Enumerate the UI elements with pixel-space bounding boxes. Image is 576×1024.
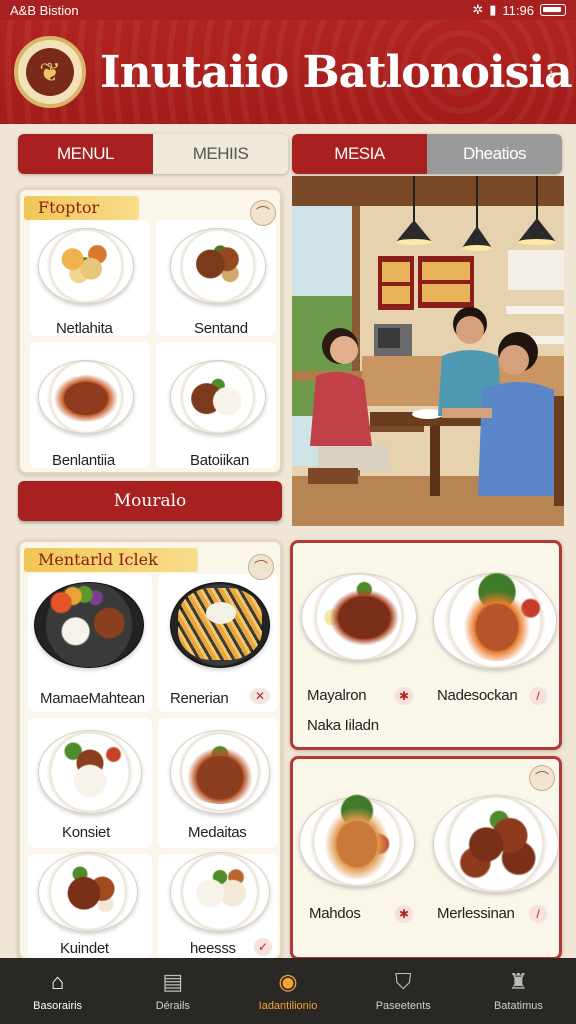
battery-icon	[540, 4, 566, 16]
menu-item-label: heesss	[190, 940, 236, 957]
chef-icon: ♜	[508, 969, 529, 994]
shield-icon: ⛉	[394, 969, 412, 994]
food-braised-meat	[443, 795, 551, 885]
food-rice-beef	[48, 738, 132, 804]
nav-label: Basorairis	[33, 1000, 83, 1012]
menu-item-label: MamaeMahtean	[40, 690, 145, 707]
nav-item-home[interactable]: ⌂ Basorairis	[0, 958, 115, 1024]
nav-label: Iadantilionio	[258, 1000, 318, 1012]
chef-hat-icon[interactable]: ⌒	[250, 200, 276, 226]
menu-item-label: Mayalron	[307, 687, 367, 704]
tab-mesia[interactable]: MESIA	[292, 134, 427, 174]
nav-label: Dérails	[155, 1000, 190, 1012]
spice-icon[interactable]: ✱	[395, 905, 413, 923]
food-stew-meat	[48, 858, 128, 922]
food-stew	[184, 240, 250, 288]
menu-item-label: Sentand	[194, 320, 248, 337]
status-bar: A&B Bistion ✲ ▮ 11:96	[0, 0, 576, 20]
nav-label: Batatimus	[493, 1000, 543, 1012]
food-curry	[48, 370, 124, 422]
app-header: ❦ Inutaiio Batlonoisia ⁝	[0, 20, 576, 124]
status-time: 11:96	[502, 2, 534, 18]
food-grilled-meat	[317, 579, 403, 649]
tab-bar-right: MESIA Dheatios	[292, 134, 562, 174]
home-icon: ⌂	[50, 969, 65, 994]
food-fries	[178, 588, 262, 660]
wifi-icon: ✲	[472, 2, 484, 17]
nav-item-presents[interactable]: ⛉ Paseetents	[346, 958, 461, 1024]
menu-card-4: ⌒ Mahdos ✱ Merlessinan /	[290, 756, 562, 960]
tab-menus[interactable]: MEHIIS	[153, 134, 288, 174]
menu-card-2: Mentarld Iclek ⌒ MamaeMahtean Renerian ✕…	[18, 540, 282, 960]
favorite-icon[interactable]: /	[529, 687, 547, 705]
chef-hat-icon[interactable]: ⌒	[248, 554, 274, 580]
document-icon: ▤	[162, 969, 184, 994]
more-button[interactable]: Mouralo	[18, 481, 282, 521]
menu-item-sublabel: Naka Iiladn	[307, 717, 379, 734]
chef-hat-icon[interactable]: ⌒	[529, 765, 555, 791]
nav-item-chef[interactable]: ♜ Batatimus	[461, 958, 576, 1024]
menu-item-label: Benlantiia	[52, 452, 115, 469]
food-stir-fry	[441, 565, 553, 661]
card-tag: Ftoptor	[24, 196, 140, 220]
menu-card-1: Ftoptor ⌒ Netlahita Sentand Benlantiia B…	[18, 188, 282, 474]
menu-item-label: Medaitas	[188, 824, 247, 841]
card-tag: Mentarld Iclek	[24, 548, 198, 572]
tab-menu[interactable]: MENUL	[18, 134, 153, 174]
favorite-icon[interactable]: /	[529, 905, 547, 923]
restaurant-scene-image	[292, 176, 564, 526]
menu-item-label: Nadesockan	[437, 687, 518, 704]
food-rice-chicken	[180, 858, 260, 922]
menu-item-label: Netlahita	[56, 320, 113, 337]
dots-vertical-icon[interactable]: ⁝	[548, 62, 554, 83]
menu-item-label: Konsiet	[62, 824, 110, 841]
tab-details[interactable]: Dheatios	[427, 134, 562, 174]
nav-item-details[interactable]: ▤ Dérails	[115, 958, 230, 1024]
info-circle-icon: ◉	[278, 969, 298, 994]
spice-icon[interactable]: ✱	[395, 687, 413, 705]
restaurant-logo-icon[interactable]: ❦	[14, 36, 86, 108]
signal-icon: ▮	[489, 2, 497, 17]
app-title: Inutaiio Batlonoisia	[100, 46, 573, 98]
menu-item-label: Renerian	[170, 690, 229, 707]
nav-label: Paseetents	[375, 1000, 431, 1012]
status-left-text: A&B Bistion	[10, 2, 79, 18]
food-noodles	[307, 787, 407, 879]
food-potatoes	[54, 240, 116, 288]
bottom-navigation: ⌂ Basorairis ▤ Dérails ◉ Iadantilionio ⛉…	[0, 958, 576, 1024]
menu-item-label: Mahdos	[309, 905, 361, 922]
nav-item-info[interactable]: ◉ Iadantilionio	[230, 958, 345, 1024]
favorite-icon[interactable]: ✕	[250, 688, 270, 704]
food-rice-veg	[42, 578, 138, 660]
favorite-icon[interactable]: ✓	[254, 938, 272, 956]
food-garnish	[206, 602, 236, 624]
menu-item-label: Batoiikan	[190, 452, 250, 469]
food-rice-meat	[180, 370, 256, 422]
menu-card-3: Mayalron ✱ Nadesockan / Naka Iiladn	[290, 540, 562, 750]
menu-item-label: Kuindet	[60, 940, 109, 957]
food-skewers	[178, 738, 262, 804]
tab-bar-left: MENUL MEHIIS	[18, 134, 288, 174]
menu-item-label: Merlessinan	[437, 905, 515, 922]
